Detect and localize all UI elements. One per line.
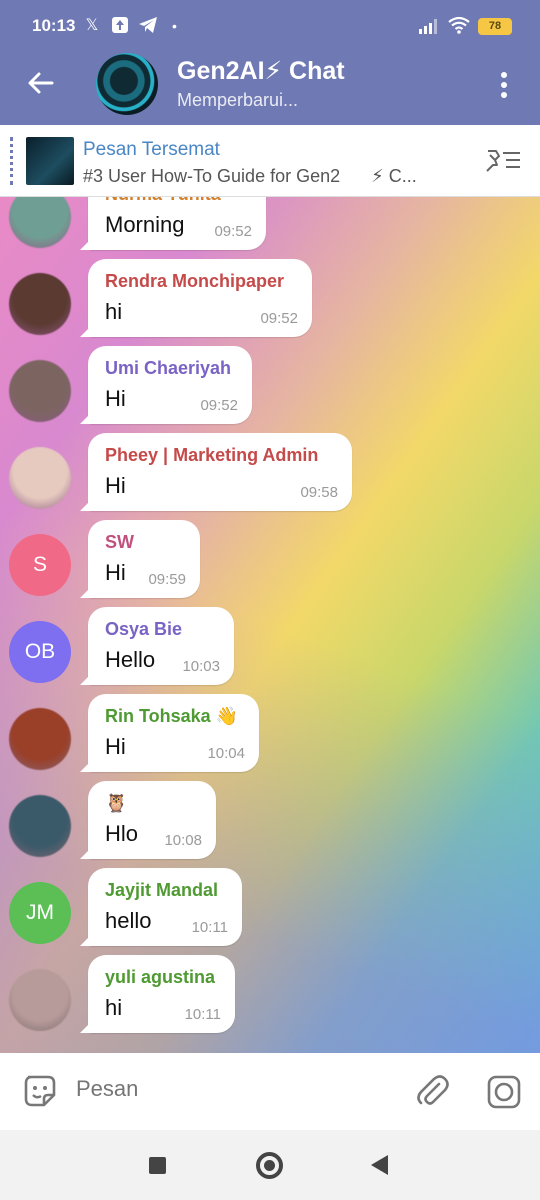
sender-name[interactable]: Pheey | Marketing Admin — [105, 445, 318, 466]
pinned-text-suffix: ⚡ C... — [371, 166, 417, 186]
message-text: Hi — [105, 386, 126, 411]
message-row[interactable]: Rendra Monchipaper hi 09:52 — [0, 257, 540, 337]
sender-avatar[interactable] — [9, 197, 71, 248]
sender-avatar[interactable] — [9, 969, 71, 1031]
message-input-bar — [0, 1053, 540, 1130]
sender-name[interactable]: Nurma Yunita — [105, 197, 221, 205]
message-text: Hlo — [105, 821, 139, 846]
sender-name[interactable]: Osya Bie — [105, 619, 182, 640]
message-row[interactable]: Nurma Yunita Morning 09:52 — [0, 197, 540, 250]
sender-avatar[interactable] — [9, 360, 71, 422]
message-bubble[interactable]: Rin Tohsaka 👋 Hi 10:04 — [88, 694, 259, 772]
sender-avatar[interactable] — [9, 708, 71, 770]
message-text: Hi — [105, 560, 126, 585]
message-time: 10:04 — [207, 745, 245, 762]
pin-indicator — [10, 137, 13, 185]
message-row[interactable]: 🦉 Hlo 10:08 — [0, 779, 540, 859]
message-bubble[interactable]: 🦉 Hlo 10:08 — [88, 781, 216, 859]
top-bar: 10:13 𝕏 • 78 Gen2AI⚡ Chat Memperbarui... — [0, 0, 540, 125]
message-time: 10:11 — [184, 1006, 221, 1023]
sender-name[interactable]: Umi Chaeriyah — [105, 358, 231, 379]
battery-indicator: 78 — [478, 18, 512, 35]
message-text: Morning — [105, 212, 185, 237]
pinned-text-main: #3 User How-To Guide for Gen2 — [83, 166, 341, 186]
message-row[interactable]: Rin Tohsaka 👋 Hi 10:04 — [0, 692, 540, 772]
chat-header[interactable]: Gen2AI⚡ Chat Memperbarui... — [0, 50, 540, 125]
message-input[interactable] — [76, 1076, 376, 1102]
message-text: hi — [105, 299, 123, 324]
message-bubble[interactable]: Rendra Monchipaper hi 09:52 — [88, 259, 312, 337]
message-bubble[interactable]: Osya Bie Hello 10:03 — [88, 607, 234, 685]
message-bubble[interactable]: Nurma Yunita Morning 09:52 — [88, 197, 266, 250]
sender-name[interactable]: Rendra Monchipaper — [105, 271, 284, 292]
notification-dot: • — [172, 18, 177, 34]
sender-avatar[interactable] — [9, 273, 71, 335]
message-text: Hi — [105, 734, 126, 759]
message-time: 09:52 — [214, 223, 252, 240]
pinned-message-bar[interactable]: Pesan Tersemat #3 User How-To Guide for … — [0, 125, 540, 197]
x-icon: 𝕏 — [85, 17, 99, 34]
message-text: Hi — [105, 473, 126, 498]
sender-name[interactable]: yuli agustina — [105, 967, 215, 988]
pin-list-icon[interactable] — [484, 145, 522, 175]
recent-apps-button[interactable] — [149, 1157, 166, 1174]
system-back-button[interactable] — [371, 1155, 388, 1175]
sticker-emoji-icon[interactable] — [22, 1073, 58, 1109]
message-row[interactable]: JM Jayjit Mandal hello 10:11 — [0, 866, 540, 946]
pinned-thumbnail — [26, 137, 74, 185]
message-bubble[interactable]: Jayjit Mandal hello 10:11 — [88, 868, 242, 946]
sender-name[interactable]: SW — [105, 532, 134, 553]
message-text: hello — [105, 908, 152, 933]
sender-avatar[interactable] — [9, 795, 71, 857]
message-bubble[interactable]: yuli agustina hi 10:11 — [88, 955, 235, 1033]
pinned-title: Pesan Tersemat — [83, 139, 220, 160]
message-time: 10:11 — [191, 919, 228, 936]
group-avatar[interactable] — [96, 53, 158, 115]
sender-name[interactable]: 🦉 — [105, 793, 127, 814]
message-row[interactable]: yuli agustina hi 10:11 — [0, 953, 540, 1033]
message-time: 09:52 — [260, 310, 298, 327]
message-row[interactable]: OB Osya Bie Hello 10:03 — [0, 605, 540, 685]
sender-avatar[interactable]: S — [9, 534, 71, 596]
signal-icon — [419, 19, 437, 34]
camera-icon[interactable] — [486, 1074, 522, 1110]
system-nav-bar — [0, 1130, 540, 1200]
message-text: Hello — [105, 647, 156, 672]
back-arrow-icon[interactable] — [26, 68, 56, 98]
message-bubble[interactable]: SW Hi 09:59 — [88, 520, 200, 598]
chat-title[interactable]: Gen2AI⚡ Chat — [177, 56, 345, 86]
home-button[interactable] — [256, 1152, 283, 1179]
message-bubble[interactable]: Pheey | Marketing Admin Hi 09:58 — [88, 433, 352, 511]
sender-name[interactable]: Jayjit Mandal — [105, 880, 218, 901]
chat-messages-area[interactable]: Nurma YunitaMorning09:52Rendra Monchipap… — [0, 197, 540, 1053]
message-time: 09:52 — [200, 397, 238, 414]
message-time: 09:58 — [300, 484, 338, 501]
message-time: 10:08 — [164, 832, 202, 849]
pinned-text: #3 User How-To Guide for Gen2 ⚡ C... — [83, 166, 417, 187]
message-row[interactable]: Pheey | Marketing Admin Hi 09:58 — [0, 431, 540, 511]
sender-name[interactable]: Rin Tohsaka 👋 — [105, 706, 238, 727]
more-options-icon[interactable] — [494, 70, 514, 100]
message-time: 10:03 — [182, 658, 220, 675]
message-row[interactable]: Umi Chaeriyah Hi 09:52 — [0, 344, 540, 424]
wifi-icon — [448, 16, 470, 34]
sender-avatar[interactable]: JM — [9, 882, 71, 944]
attach-icon[interactable] — [414, 1073, 450, 1109]
message-time: 09:59 — [148, 571, 186, 588]
chat-status: Memperbarui... — [177, 90, 299, 110]
status-time: 10:13 — [32, 16, 76, 35]
status-bar: 10:13 𝕏 • 78 — [0, 0, 540, 50]
sender-avatar[interactable] — [9, 447, 71, 509]
sender-avatar[interactable]: OB — [9, 621, 71, 683]
message-row[interactable]: S SW Hi 09:59 — [0, 518, 540, 598]
message-text: hi — [105, 995, 123, 1020]
upload-icon — [110, 16, 130, 36]
message-bubble[interactable]: Umi Chaeriyah Hi 09:52 — [88, 346, 252, 424]
telegram-icon — [138, 16, 158, 36]
